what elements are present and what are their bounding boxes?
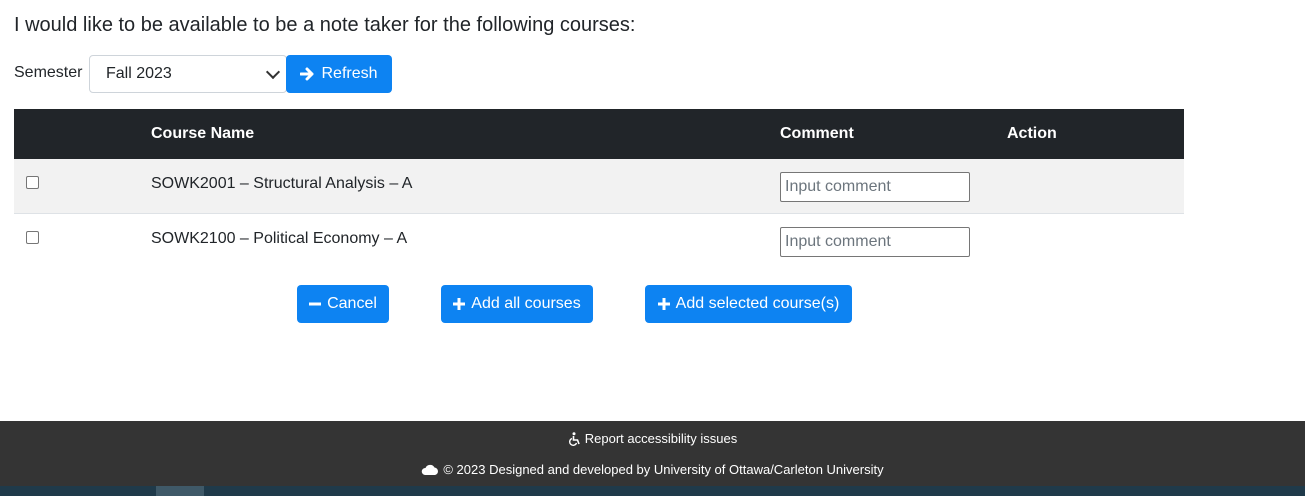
arrow-right-icon (300, 67, 315, 81)
plus-icon (657, 298, 670, 310)
page-intro: I would like to be available to be a not… (14, 14, 636, 36)
course-name: SOWK2001 – Structural Analysis – A (151, 175, 413, 192)
footer: Report accessibility issues © 2023 Desig… (0, 421, 1305, 486)
cancel-button[interactable]: Cancel (297, 285, 389, 323)
chevron-down-icon (265, 64, 281, 80)
refresh-label: Refresh (321, 65, 378, 82)
col-course-name: Course Name (151, 125, 255, 142)
row-checkbox[interactable] (26, 231, 39, 244)
taskbar (0, 486, 1305, 496)
add-all-courses-button[interactable]: Add all courses (441, 285, 593, 323)
add-all-label: Add all courses (471, 295, 581, 312)
courses-table-header: Course Name Comment Action (14, 109, 1184, 159)
semester-selected-value: Fall 2023 (106, 65, 172, 82)
taskbar-active-app[interactable] (156, 486, 204, 496)
minus-icon (309, 298, 322, 310)
plus-icon (453, 298, 466, 310)
accessibility-text: Report accessibility issues (584, 431, 738, 446)
comment-input[interactable] (780, 227, 970, 257)
cancel-label: Cancel (327, 295, 377, 312)
course-name: SOWK2100 – Political Economy – A (151, 230, 408, 247)
table-row: SOWK2100 – Political Economy – A (14, 214, 1184, 269)
wheelchair-icon (568, 431, 581, 446)
col-comment: Comment (780, 125, 854, 142)
add-selected-courses-button[interactable]: Add selected course(s) (645, 285, 852, 323)
add-selected-label: Add selected course(s) (675, 295, 840, 312)
table-row: SOWK2001 – Structural Analysis – A (14, 159, 1184, 214)
refresh-button[interactable]: Refresh (286, 55, 392, 93)
accessibility-link[interactable]: Report accessibility issues (0, 431, 1305, 446)
semester-label: Semester (14, 64, 83, 81)
row-checkbox[interactable] (26, 176, 39, 189)
copyright-text: © 2023 Designed and developed by Univers… (443, 462, 884, 477)
cloud-icon (421, 464, 439, 476)
copyright: © 2023 Designed and developed by Univers… (0, 462, 1305, 477)
semester-select[interactable]: Fall 2023 (89, 55, 287, 93)
comment-input[interactable] (780, 172, 970, 202)
col-action: Action (1007, 125, 1057, 142)
